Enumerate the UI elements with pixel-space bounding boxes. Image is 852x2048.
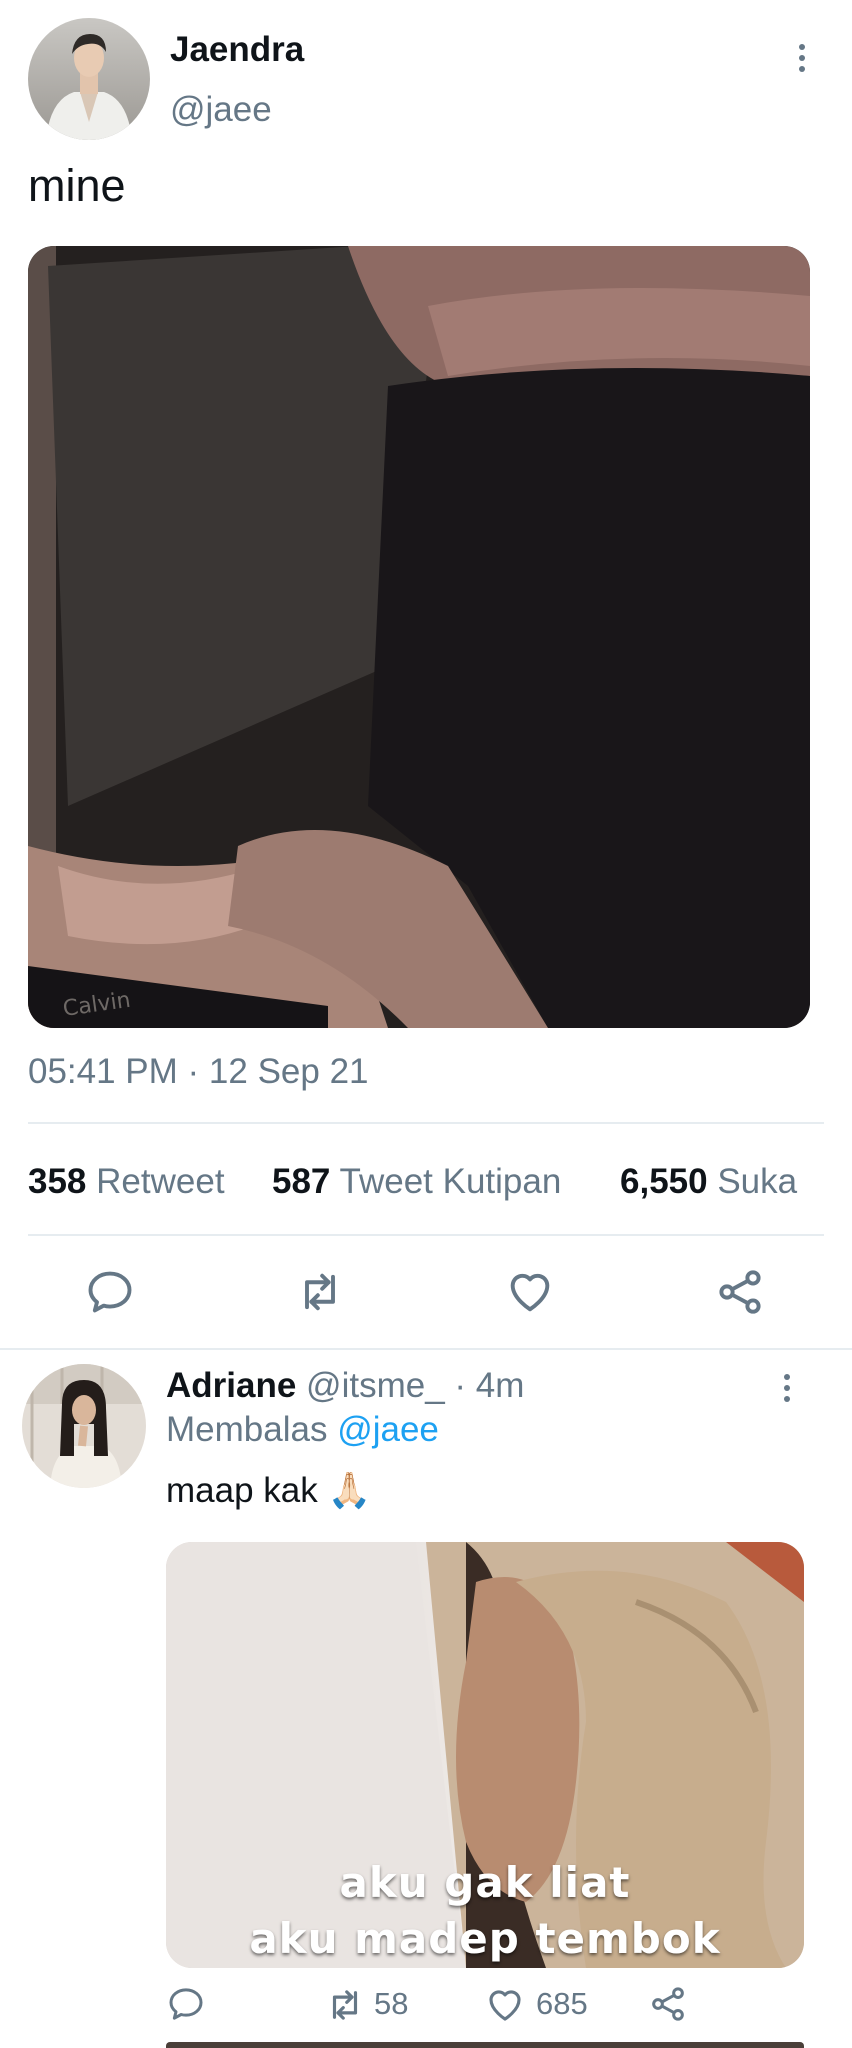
author-handle[interactable]: @jaee: [170, 90, 272, 130]
reply-retweet-count: 58: [374, 1986, 409, 2021]
retweet-stat[interactable]: 358 Retweet: [28, 1162, 225, 1202]
reply-text: maap kak 🙏🏻: [166, 1470, 371, 1511]
media-caption-line2: aku madep tembok: [249, 1914, 721, 1963]
reply-text-body: maap kak: [166, 1471, 318, 1510]
reply-icon[interactable]: [166, 1984, 206, 2024]
like-count: 6,550: [620, 1162, 708, 1201]
reply-time: · 4m: [454, 1366, 525, 1405]
tweet-text: mine: [28, 160, 126, 211]
author-avatar[interactable]: [28, 18, 150, 140]
reply-tweet[interactable]: Adriane @itsme_ · 4m Membalas @jaee maap…: [0, 1350, 852, 2048]
quote-label: Tweet Kutipan: [339, 1162, 562, 1201]
heart-icon[interactable]: [504, 1266, 556, 1318]
reply-avatar[interactable]: [22, 1364, 146, 1488]
like-label: Suka: [717, 1162, 798, 1201]
retweet-icon[interactable]: [294, 1266, 346, 1318]
replying-to: Membalas @jaee: [166, 1410, 439, 1450]
quote-stat[interactable]: 587 Tweet Kutipan: [272, 1162, 561, 1202]
more-icon[interactable]: [782, 1374, 792, 1402]
praying-hands-emoji: 🙏🏻: [327, 1471, 372, 1511]
reply-author-name[interactable]: Adriane: [166, 1366, 296, 1405]
share-icon[interactable]: [714, 1266, 766, 1318]
reply-media-image[interactable]: aku gak liat aku madep tembok: [166, 1542, 804, 1968]
more-icon[interactable]: [797, 44, 807, 72]
reply-header: Adriane @itsme_ · 4m: [166, 1366, 524, 1406]
divider: [28, 1234, 824, 1236]
tweet-media-image[interactable]: Calvin: [28, 246, 810, 1028]
quote-count: 587: [272, 1162, 331, 1201]
replying-prefix: Membalas: [166, 1410, 328, 1449]
media-caption-line1: aku gak liat: [339, 1858, 631, 1907]
retweet-label: Retweet: [96, 1162, 225, 1201]
main-tweet: Jaendra @jaee mine Calvin 05:41 PM · 12 …: [0, 0, 852, 1348]
reply-like-count: 685: [536, 1986, 588, 2021]
heart-icon[interactable]: [484, 1984, 526, 2026]
replying-to-handle[interactable]: @jaee: [337, 1410, 439, 1449]
retweet-count: 358: [28, 1162, 87, 1201]
next-item-edge: [166, 2042, 804, 2048]
tweet-timestamp: 05:41 PM · 12 Sep 21: [28, 1052, 369, 1091]
share-icon[interactable]: [648, 1984, 688, 2024]
reply-author-handle[interactable]: @itsme_: [306, 1366, 445, 1405]
author-name[interactable]: Jaendra: [170, 30, 304, 70]
divider: [28, 1122, 824, 1124]
reply-icon[interactable]: [84, 1266, 136, 1318]
like-stat[interactable]: 6,550 Suka: [620, 1162, 797, 1202]
retweet-icon[interactable]: [324, 1984, 366, 2026]
